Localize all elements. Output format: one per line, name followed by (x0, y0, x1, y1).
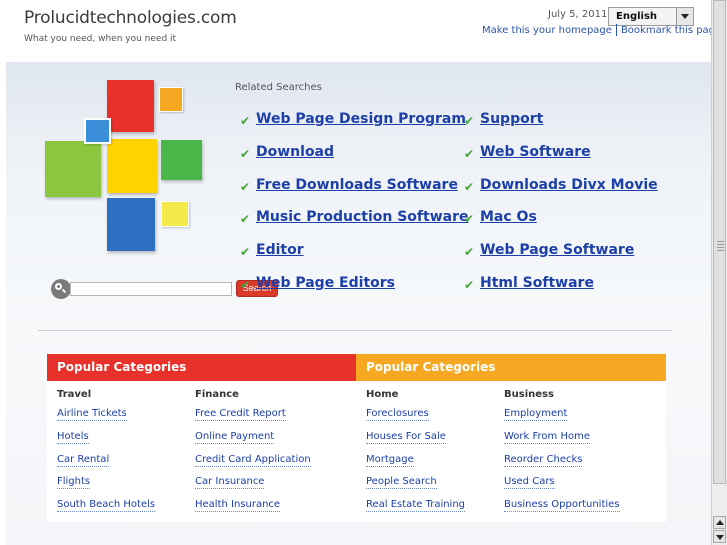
check-icon: ✔ (240, 180, 251, 194)
logo-square-yellow (107, 139, 157, 193)
column-title-business: Business (504, 389, 554, 400)
category-link[interactable]: Reorder Checks (504, 453, 583, 467)
category-link[interactable]: Car Insurance (195, 475, 265, 489)
logo-square-green (161, 140, 202, 180)
category-header-title: Popular Categories (366, 360, 496, 374)
scrollbar-thumb[interactable] (713, 0, 726, 484)
column-title-home: Home (366, 389, 399, 400)
logo-square-paleyellow (161, 201, 189, 227)
category-link[interactable]: Airline Tickets (57, 407, 127, 421)
check-icon: ✔ (464, 147, 475, 161)
check-icon: ✔ (464, 180, 475, 194)
check-icon: ✔ (464, 212, 475, 226)
logo-square-navy (107, 198, 155, 251)
category-link[interactable]: Flights (57, 475, 91, 489)
category-link[interactable]: People Search (366, 475, 437, 489)
related-link[interactable]: Web Page Editors (256, 275, 395, 291)
vertical-scrollbar[interactable] (711, 0, 727, 545)
category-link[interactable]: Mortgage (366, 453, 414, 467)
check-icon: ✔ (464, 114, 475, 128)
related-searches-title: Related Searches (235, 82, 322, 93)
category-link[interactable]: Online Payment (195, 430, 275, 444)
check-icon: ✔ (240, 212, 251, 226)
tagline: What you need, when you need it (24, 34, 177, 44)
check-icon: ✔ (240, 245, 251, 259)
logo-square-blue (84, 118, 111, 144)
related-link[interactable]: Free Downloads Software (256, 177, 458, 193)
category-link[interactable]: Foreclosures (366, 407, 429, 421)
category-link[interactable]: Work From Home (504, 430, 590, 444)
link-separator (615, 24, 617, 36)
site-title[interactable]: Prolucidtechnologies.com (24, 8, 237, 28)
category-link[interactable]: Free Credit Report (195, 407, 286, 421)
related-link[interactable]: Downloads Divx Movie (480, 177, 658, 193)
column-title-finance: Finance (195, 389, 239, 400)
check-icon: ✔ (464, 245, 475, 259)
logo-square-red (107, 80, 154, 132)
category-link[interactable]: Business Opportunities (504, 498, 620, 512)
check-icon: ✔ (240, 114, 251, 128)
check-icon: ✔ (464, 278, 475, 292)
chevron-down-icon[interactable] (676, 8, 693, 25)
check-icon: ✔ (240, 147, 251, 161)
header: Prolucidtechnologies.com What you need, … (0, 0, 711, 62)
category-link[interactable]: Car Rental (57, 453, 110, 467)
related-link[interactable]: Music Production Software (256, 209, 469, 225)
related-link[interactable]: Mac Os (480, 209, 537, 225)
column-title-travel: Travel (57, 389, 92, 400)
category-link[interactable]: Hotels (57, 430, 89, 444)
category-header-title: Popular Categories (57, 360, 187, 374)
related-link[interactable]: Html Software (480, 275, 594, 291)
category-link[interactable]: Houses For Sale (366, 430, 446, 444)
scroll-down-button[interactable] (713, 530, 726, 543)
related-link[interactable]: Web Page Design Program (256, 111, 466, 127)
make-homepage-link[interactable]: Make this your homepage (482, 25, 612, 36)
related-link[interactable]: Web Software (480, 144, 591, 160)
category-box-left: Popular Categories Travel Airline Ticket… (47, 354, 357, 522)
related-link[interactable]: Web Page Software (480, 242, 634, 258)
category-header: Popular Categories (47, 354, 357, 381)
related-link[interactable]: Download (256, 144, 334, 160)
category-link[interactable]: Credit Card Application (195, 453, 311, 467)
scroll-up-button[interactable] (713, 516, 726, 529)
page: Prolucidtechnologies.com What you need, … (0, 0, 711, 545)
category-box-right: Popular Categories Home Foreclosures Hou… (356, 354, 666, 522)
category-link[interactable]: Employment (504, 407, 568, 421)
bookmark-link[interactable]: Bookmark this page (621, 25, 711, 36)
logo-square-lime (45, 141, 101, 197)
language-value: English (616, 11, 658, 22)
category-header: Popular Categories (356, 354, 666, 381)
category-link[interactable]: Health Insurance (195, 498, 281, 512)
check-icon: ✔ (240, 278, 251, 292)
grip-icon (717, 241, 724, 253)
date-label: July 5, 2011 (548, 9, 608, 20)
category-link[interactable]: South Beach Hotels (57, 498, 156, 512)
category-link[interactable]: Used Cars (504, 475, 555, 489)
logo-square-orange (159, 87, 183, 112)
header-links: Make this your homepage Bookmark this pag… (482, 24, 711, 36)
related-link[interactable]: Editor (256, 242, 304, 258)
divider (38, 330, 672, 331)
category-link[interactable]: Real Estate Training (366, 498, 466, 512)
related-link[interactable]: Support (480, 111, 543, 127)
search-icon (51, 279, 71, 299)
search-input[interactable] (70, 282, 232, 296)
